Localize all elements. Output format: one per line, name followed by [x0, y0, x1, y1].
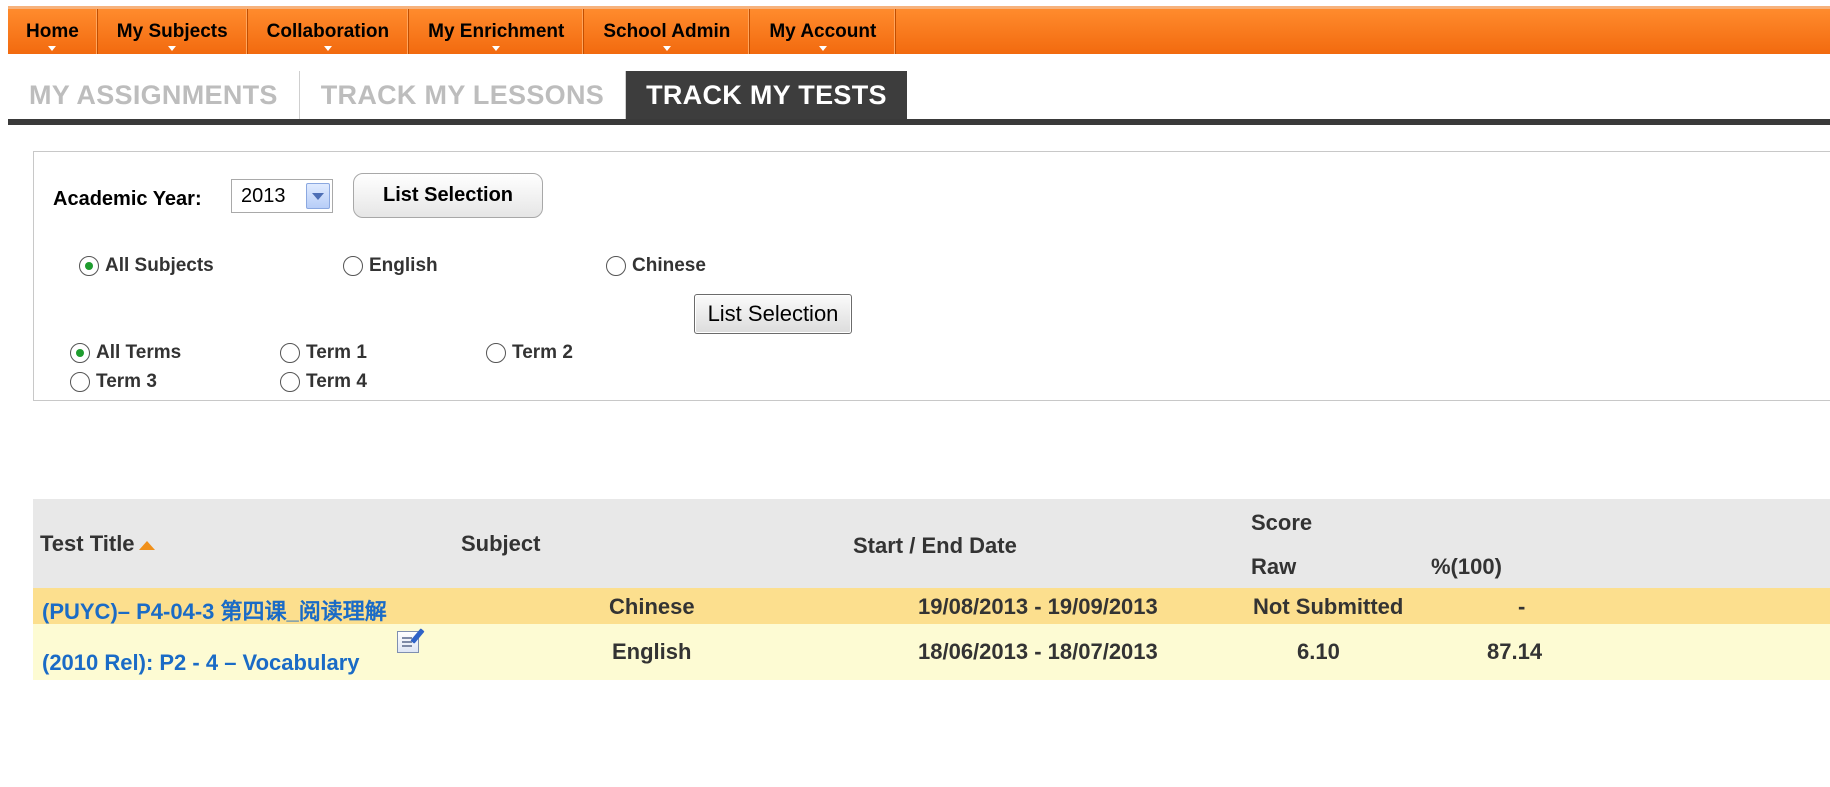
radio-term-4-label: Term 4: [306, 371, 367, 392]
sub-tabs: MY ASSIGNMENTS TRACK MY LESSONS TRACK MY…: [8, 71, 907, 119]
column-header-test-title-label: Test Title: [40, 531, 135, 556]
column-header-raw[interactable]: Raw: [1251, 554, 1296, 580]
test-subject: Chinese: [609, 594, 695, 619]
table-row: (2010 Rel): P2 - 4 – Vocabulary English …: [33, 624, 1830, 680]
filter-panel: Academic Year: 2013 List Selection All S…: [33, 151, 1830, 401]
test-subject: English: [612, 639, 692, 664]
radio-all-subjects[interactable]: All Subjects: [79, 255, 214, 277]
table-header: Test Title Subject Start / End Date Scor…: [33, 499, 1830, 588]
main-navigation: Home My Subjects Collaboration My Enrich…: [8, 6, 1830, 54]
tab-track-my-lessons[interactable]: TRACK MY LESSONS: [300, 71, 627, 119]
radio-icon[interactable]: [343, 256, 363, 276]
nav-my-account[interactable]: My Account: [750, 9, 897, 54]
chevron-down-icon: [323, 46, 332, 51]
academic-year-value: 2013: [241, 184, 286, 207]
nav-home[interactable]: Home: [8, 9, 98, 54]
edit-icon[interactable]: [397, 631, 419, 653]
test-raw-score: 6.10: [1297, 639, 1340, 664]
radio-all-subjects-label: All Subjects: [105, 255, 214, 276]
column-header-score: Score: [1251, 510, 1313, 535]
column-header-percent[interactable]: %(100): [1431, 554, 1502, 580]
radio-term-1-label: Term 1: [306, 342, 367, 363]
sort-ascending-icon[interactable]: [138, 540, 155, 550]
radio-icon[interactable]: [486, 343, 506, 363]
nav-home-label: Home: [26, 20, 79, 42]
chevron-down-icon: [48, 46, 57, 51]
column-header-dates[interactable]: Start / End Date: [853, 533, 1017, 559]
test-percent-score: 87.14: [1487, 639, 1543, 664]
radio-term-1[interactable]: Term 1: [280, 342, 367, 364]
nav-school-admin[interactable]: School Admin: [584, 9, 751, 54]
radio-all-terms[interactable]: All Terms: [70, 342, 181, 364]
radio-icon[interactable]: [606, 256, 626, 276]
chevron-down-icon: [818, 46, 827, 51]
nav-my-subjects[interactable]: My Subjects: [98, 9, 248, 54]
nav-my-subjects-label: My Subjects: [116, 20, 228, 42]
column-header-subject[interactable]: Subject: [461, 531, 540, 557]
dropdown-arrow-icon[interactable]: [306, 183, 330, 209]
test-title-link[interactable]: (PUYC)– P4-04-3 第四课_阅读理解: [42, 594, 387, 626]
test-dates: 19/08/2013 - 19/09/2013: [918, 594, 1158, 619]
radio-term-2[interactable]: Term 2: [486, 342, 573, 364]
radio-term-2-label: Term 2: [512, 342, 573, 363]
nav-my-enrichment-label: My Enrichment: [428, 20, 565, 42]
radio-term-3[interactable]: Term 3: [70, 371, 157, 393]
list-selection-button-secondary[interactable]: List Selection: [694, 294, 852, 334]
chevron-down-icon: [662, 46, 671, 51]
nav-school-admin-label: School Admin: [603, 20, 731, 42]
test-percent-score: -: [1518, 594, 1526, 619]
radio-icon[interactable]: [280, 343, 300, 363]
radio-icon[interactable]: [70, 372, 90, 392]
list-selection-button[interactable]: List Selection: [353, 173, 543, 218]
academic-year-label: Academic Year:: [53, 188, 202, 210]
tab-underline-bar: [8, 119, 1830, 125]
radio-chinese-label: Chinese: [632, 255, 706, 276]
radio-icon[interactable]: [280, 372, 300, 392]
nav-collaboration[interactable]: Collaboration: [248, 9, 410, 54]
radio-checked-icon[interactable]: [79, 256, 99, 276]
radio-english-label: English: [369, 255, 438, 276]
chevron-down-icon: [492, 46, 501, 51]
chevron-down-icon: [168, 46, 177, 51]
radio-chinese[interactable]: Chinese: [606, 255, 706, 277]
column-header-test-title[interactable]: Test Title: [40, 531, 155, 557]
academic-year-select[interactable]: 2013: [231, 179, 333, 213]
radio-checked-icon[interactable]: [70, 343, 90, 363]
radio-english[interactable]: English: [343, 255, 438, 277]
radio-term-3-label: Term 3: [96, 371, 157, 392]
test-title-link[interactable]: (2010 Rel): P2 - 4 – Vocabulary: [42, 650, 360, 676]
radio-term-4[interactable]: Term 4: [280, 371, 367, 393]
nav-my-account-label: My Account: [769, 20, 877, 42]
tab-track-my-tests[interactable]: TRACK MY TESTS: [626, 71, 907, 119]
test-raw-score: Not Submitted: [1253, 594, 1404, 619]
nav-collaboration-label: Collaboration: [266, 20, 390, 42]
nav-my-enrichment[interactable]: My Enrichment: [409, 9, 585, 54]
table-row: (PUYC)– P4-04-3 第四课_阅读理解 Chinese 19/08/2…: [33, 588, 1830, 624]
tab-my-assignments[interactable]: MY ASSIGNMENTS: [8, 71, 300, 119]
test-dates: 18/06/2013 - 18/07/2013: [918, 639, 1158, 664]
radio-all-terms-label: All Terms: [96, 342, 182, 363]
